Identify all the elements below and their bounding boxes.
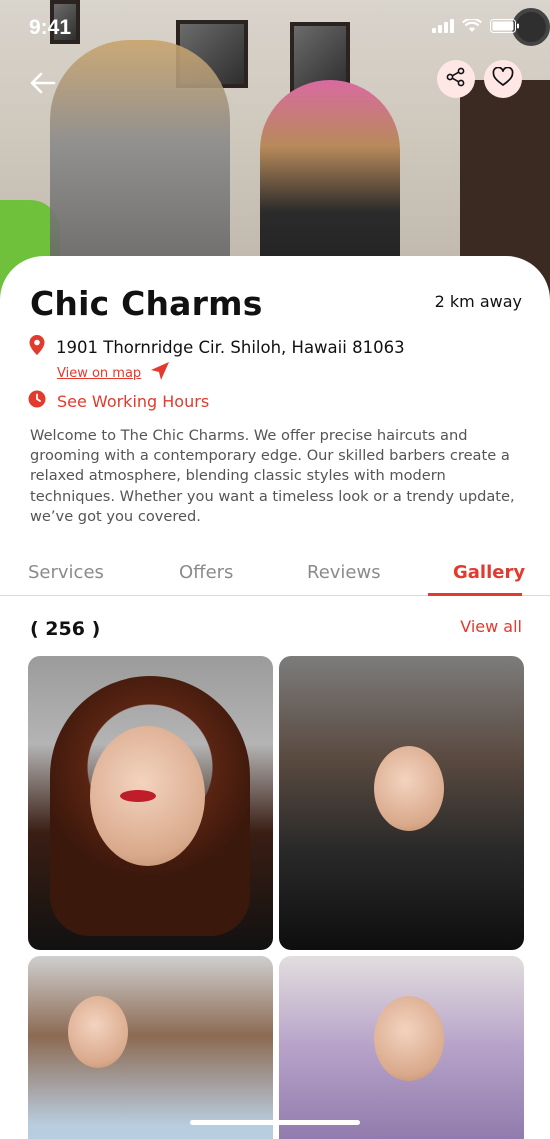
wifi-icon [462, 17, 482, 37]
working-hours-label: See Working Hours [57, 391, 210, 411]
gallery-photo[interactable] [279, 656, 524, 950]
tab-reviews[interactable]: Reviews [307, 562, 381, 583]
address-row: 1901 Thornridge Cir. Shiloh, Hawaii 8106… [28, 334, 405, 360]
favorite-button[interactable] [484, 60, 522, 98]
back-arrow-icon [26, 72, 60, 104]
view-on-map-label: View on map [57, 365, 142, 381]
location-pin-icon [28, 334, 46, 360]
share-icon [446, 67, 466, 91]
share-button[interactable] [437, 60, 475, 98]
home-indicator[interactable] [190, 1120, 360, 1125]
heart-icon [492, 66, 514, 91]
tab-offers[interactable]: Offers [179, 562, 233, 583]
active-tab-indicator [428, 593, 522, 596]
photo-face [68, 996, 128, 1068]
signal-icon [432, 18, 454, 37]
working-hours-button[interactable]: See Working Hours [28, 390, 209, 412]
status-bar: 9:41 [0, 0, 550, 54]
tab-services[interactable]: Services [28, 562, 104, 583]
salon-description: Welcome to The Chic Charms. We offer pre… [30, 427, 515, 525]
salon-name: Chic Charms [30, 284, 263, 323]
gallery-photo[interactable] [28, 656, 273, 950]
view-all-link[interactable]: View all [460, 617, 522, 636]
battery-icon [490, 18, 520, 37]
distance-label: 2 km away [434, 292, 522, 311]
tab-gallery[interactable]: Gallery [453, 562, 525, 583]
gallery-photo[interactable] [279, 956, 524, 1139]
gallery-count: ( 256 ) [30, 618, 101, 640]
photo-face [374, 996, 444, 1081]
tab-bar: Services Offers Reviews Gallery [0, 556, 550, 596]
photo-lips [120, 790, 156, 802]
back-button[interactable] [26, 66, 60, 100]
address-text: 1901 Thornridge Cir. Shiloh, Hawaii 8106… [56, 337, 405, 357]
status-time: 9:41 [29, 16, 72, 39]
view-on-map-link[interactable]: View on map [57, 360, 171, 386]
gallery-photo[interactable] [28, 956, 273, 1139]
photo-face [374, 746, 444, 831]
clock-icon [28, 390, 46, 412]
navigation-icon [149, 360, 171, 386]
